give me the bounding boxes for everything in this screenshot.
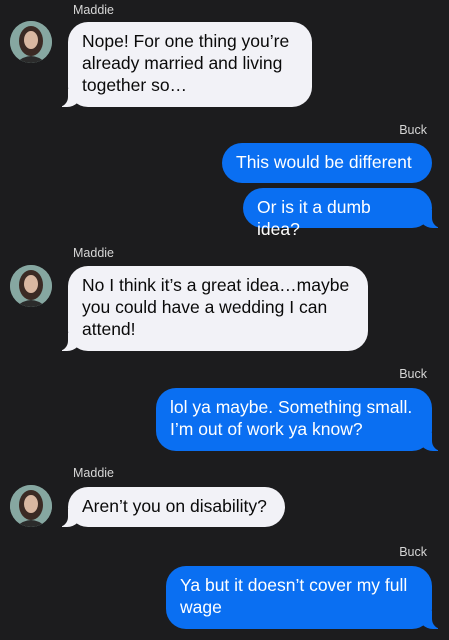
sender-name-buck: Buck (399, 545, 427, 559)
message-bubble-4[interactable]: No I think it’s a great idea…maybe you c… (58, 266, 368, 351)
message-bubble-5[interactable]: lol ya maybe. Something small. I’m out o… (156, 388, 442, 451)
message-bubble-6[interactable]: Aren’t you on disability? (58, 487, 285, 527)
message-text-7: Ya but it doesn’t cover my full wage (180, 575, 408, 617)
sender-name-buck: Buck (399, 367, 427, 381)
maddie-avatar[interactable] (10, 265, 52, 307)
message-text-6: Aren’t you on disability? (82, 496, 267, 516)
message-bubble-2[interactable]: This would be different (222, 143, 432, 183)
sender-name-buck: Buck (399, 123, 427, 137)
message-bubble-7[interactable]: Ya but it doesn’t cover my full wage (166, 566, 442, 629)
message-text-5: lol ya maybe. Something small. I’m out o… (170, 397, 413, 439)
message-bubble-1[interactable]: Nope! For one thing you’re already marri… (58, 22, 312, 107)
message-thread[interactable]: Maddie Nope! For one thing you’re alread… (0, 0, 449, 640)
maddie-avatar[interactable] (10, 21, 52, 63)
sender-name-maddie: Maddie (73, 466, 114, 480)
message-bubble-3[interactable]: Or is it a dumb idea? (243, 188, 442, 239)
sender-name-maddie: Maddie (73, 246, 114, 260)
message-text-3: Or is it a dumb idea? (257, 197, 371, 239)
message-text-2: This would be different (236, 152, 412, 172)
maddie-avatar[interactable] (10, 485, 52, 527)
sender-name-maddie: Maddie (73, 3, 114, 17)
message-text-4: No I think it’s a great idea…maybe you c… (82, 275, 350, 339)
message-text-1: Nope! For one thing you’re already marri… (82, 31, 290, 95)
